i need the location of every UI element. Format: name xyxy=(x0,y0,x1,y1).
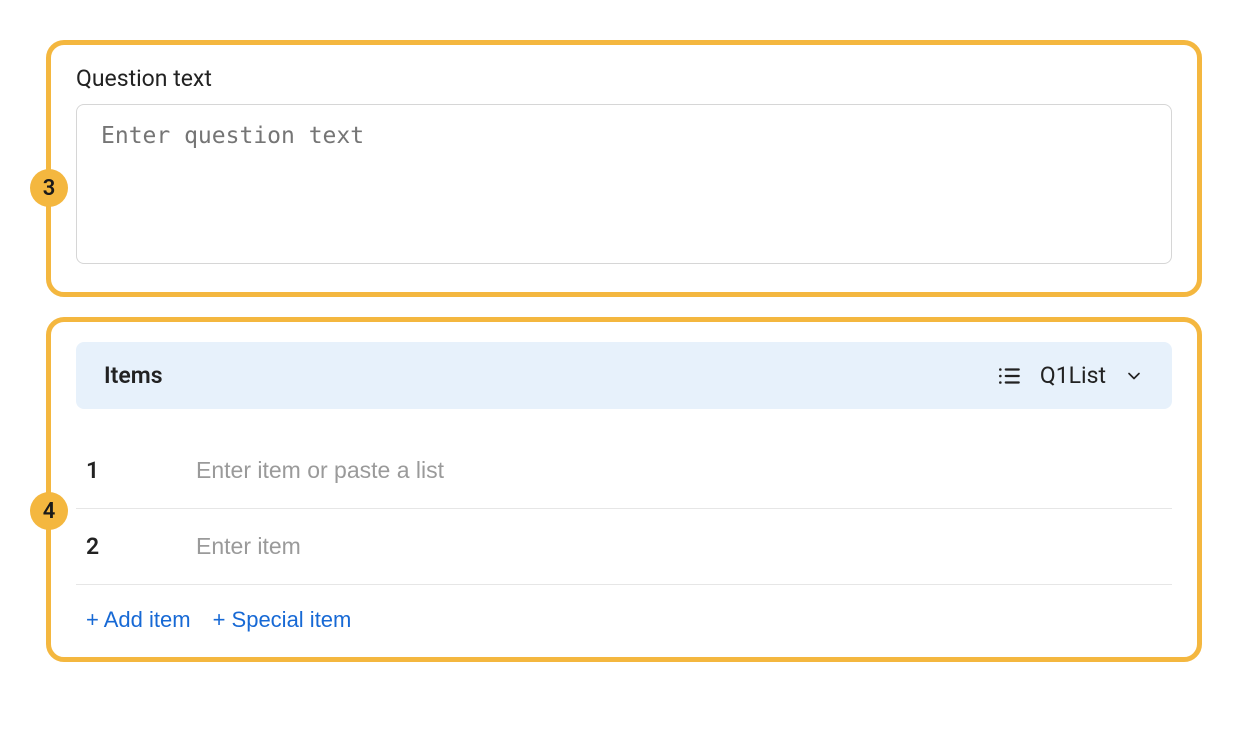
question-text-input[interactable] xyxy=(76,104,1172,264)
question-text-label: Question text xyxy=(76,65,1172,92)
question-text-panel: 3 Question text xyxy=(46,40,1202,297)
items-panel: 4 Items Q1List 1 xyxy=(46,317,1202,662)
items-header: Items Q1List xyxy=(76,342,1172,409)
item-index: 1 xyxy=(86,457,106,484)
item-row: 1 xyxy=(76,433,1172,509)
item-input-2[interactable] xyxy=(196,533,1162,560)
add-item-button[interactable]: + Add item xyxy=(86,607,191,633)
list-name: Q1List xyxy=(1040,362,1106,389)
chevron-down-icon xyxy=(1124,366,1144,386)
list-selector[interactable]: Q1List xyxy=(996,362,1144,389)
callout-badge-3: 3 xyxy=(30,169,68,207)
list-icon xyxy=(996,363,1022,389)
item-actions: + Add item + Special item xyxy=(76,585,1172,633)
items-title: Items xyxy=(104,362,163,389)
item-index: 2 xyxy=(86,533,106,560)
callout-badge-4: 4 xyxy=(30,492,68,530)
item-row: 2 xyxy=(76,509,1172,585)
special-item-button[interactable]: + Special item xyxy=(213,607,352,633)
item-input-1[interactable] xyxy=(196,457,1162,484)
